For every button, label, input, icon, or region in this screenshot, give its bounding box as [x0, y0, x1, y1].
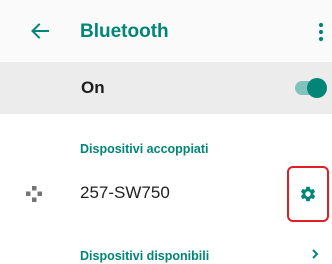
available-devices-header: Dispositivi disponibili	[80, 249, 210, 263]
bluetooth-toggle-row[interactable]: On	[0, 62, 332, 114]
arrow-back-icon[interactable]	[31, 22, 49, 40]
more-vert-icon[interactable]	[318, 22, 324, 42]
device-settings-button[interactable]	[287, 166, 329, 222]
bluetooth-switch[interactable]	[295, 78, 327, 98]
switch-thumb	[307, 78, 327, 98]
paired-devices-header: Dispositivi accoppiati	[80, 142, 209, 156]
gear-icon	[300, 186, 316, 202]
page-title: Bluetooth	[80, 21, 169, 42]
app-bar: Bluetooth	[0, 0, 332, 62]
gamepad-icon	[26, 186, 42, 202]
toggle-label: On	[81, 78, 105, 97]
device-name: 257-SW750	[80, 183, 170, 202]
chevron-icon	[312, 249, 319, 259]
paired-device-row[interactable]: 257-SW750	[0, 163, 332, 223]
